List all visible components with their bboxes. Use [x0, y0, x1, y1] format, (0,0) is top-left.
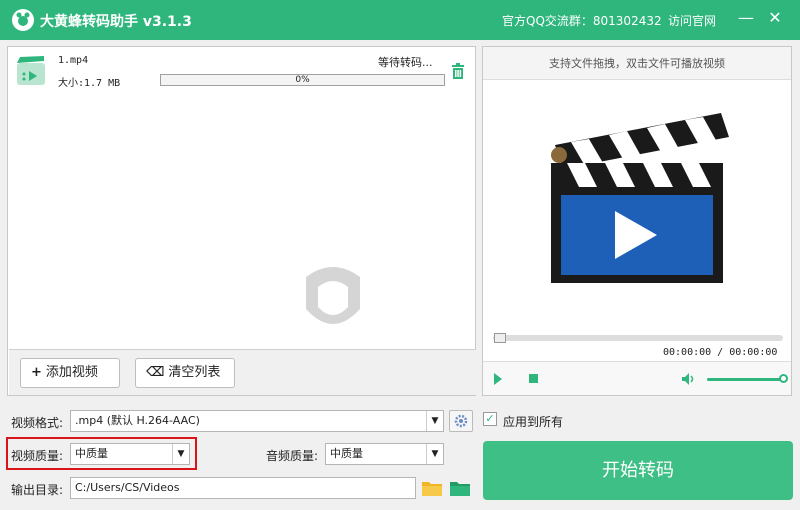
file-progress-bar: 0%	[160, 74, 445, 86]
file-list-item[interactable]: 1.mp4 大小:1.7 MB 等待转码... 0%	[8, 47, 475, 93]
format-select[interactable]: .mp4 (默认 H.264-AAC) ▼	[70, 410, 444, 432]
volume-icon[interactable]	[681, 372, 695, 386]
output-dir-value: C:/Users/CS/Videos	[75, 481, 180, 494]
app-logo-icon	[12, 9, 34, 31]
format-value: .mp4 (默认 H.264-AAC)	[75, 414, 200, 427]
chevron-down-icon: ▼	[426, 444, 443, 464]
audio-quality-value: 中质量	[330, 447, 363, 460]
file-size: 大小:1.7 MB	[58, 78, 121, 89]
playback-controls	[483, 361, 791, 395]
video-file-icon	[16, 55, 46, 87]
preview-panel: 支持文件拖拽，双击文件可播放视频 00:00:00 / 00:00:00	[482, 46, 792, 396]
volume-handle[interactable]	[779, 374, 788, 383]
delete-trash-icon[interactable]	[451, 63, 465, 79]
qq-group-text: 官方QQ交流群：801302432	[502, 14, 662, 28]
video-quality-label: 视频质量:	[11, 449, 64, 463]
video-quality-select[interactable]: 中质量 ▼	[70, 443, 190, 465]
play-icon[interactable]	[494, 373, 502, 385]
plus-icon: +	[31, 365, 42, 380]
seek-bar[interactable]	[493, 335, 783, 341]
app-title: 大黄蜂转码助手 v3.1.3	[40, 14, 192, 30]
file-name: 1.mp4	[58, 55, 89, 66]
clear-list-button[interactable]: ⌫ 清空列表	[135, 358, 235, 388]
start-convert-button[interactable]: 开始转码	[483, 441, 793, 500]
audio-quality-label: 音频质量:	[266, 449, 319, 463]
file-list-panel: 1.mp4 大小:1.7 MB 等待转码... 0% + 添加视频 ⌫ 清空列表	[7, 46, 476, 396]
audio-quality-select[interactable]: 中质量 ▼	[325, 443, 444, 465]
eraser-icon: ⌫	[146, 365, 165, 380]
settings-gear-icon	[454, 414, 468, 428]
seek-handle[interactable]	[494, 333, 506, 343]
drag-drop-hint: 支持文件拖拽，双击文件可播放视频	[483, 47, 791, 80]
add-video-button[interactable]: + 添加视频	[20, 358, 120, 388]
file-progress-text: 0%	[295, 75, 310, 85]
visit-site-link[interactable]: 访问官网	[668, 12, 716, 29]
clear-list-label: 清空列表	[168, 365, 221, 380]
chevron-down-icon: ▼	[426, 411, 443, 431]
format-label: 视频格式:	[11, 416, 64, 430]
format-settings-button[interactable]	[449, 410, 473, 432]
output-dir-label: 输出目录:	[11, 483, 64, 497]
apply-all-checkbox[interactable]: ✓	[483, 412, 497, 426]
stop-icon[interactable]	[529, 374, 538, 383]
clapperboard-icon	[545, 107, 735, 287]
apply-all-label: 应用到所有	[503, 415, 564, 429]
volume-slider[interactable]	[707, 378, 785, 381]
output-dir-input[interactable]: C:/Users/CS/Videos	[70, 477, 416, 499]
timecode: 00:00:00 / 00:00:00	[663, 347, 778, 358]
close-button[interactable]: ✕	[765, 8, 785, 30]
browse-folder-icon[interactable]	[422, 480, 442, 496]
chevron-down-icon: ▼	[172, 444, 189, 464]
title-bar: 大黄蜂转码助手 v3.1.3 官方QQ交流群：801302432 访问官网 — …	[0, 0, 800, 40]
file-status: 等待转码...	[378, 56, 433, 69]
list-footer: + 添加视频 ⌫ 清空列表	[9, 349, 476, 395]
video-quality-value: 中质量	[75, 447, 108, 460]
minimize-button[interactable]: —	[736, 8, 756, 30]
open-folder-icon[interactable]	[450, 480, 470, 496]
add-video-label: 添加视频	[45, 365, 98, 380]
